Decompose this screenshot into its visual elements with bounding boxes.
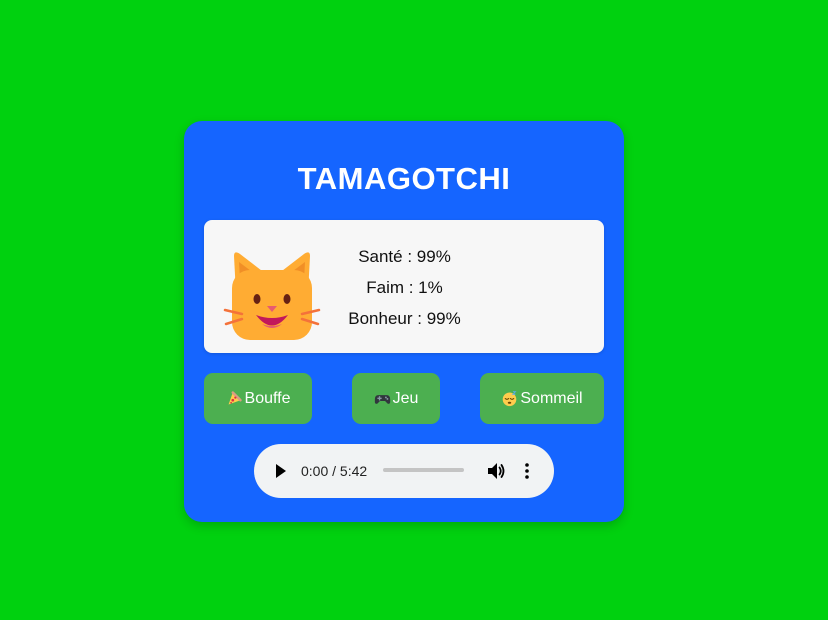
play-icon[interactable] bbox=[274, 462, 288, 480]
play-button[interactable]: Jeu bbox=[352, 373, 440, 424]
tamagotchi-card: TAMAGOTCHI Santé : 99% Faim: 1% Bonheur… bbox=[184, 121, 624, 522]
status-panel: Santé : 99% Faim : 1% Bonheur : 99% bbox=[204, 220, 604, 353]
feed-button-label: Bouffe bbox=[244, 389, 291, 407]
audio-time: 0:00 / 5:42 bbox=[301, 463, 368, 479]
sleep-button-label: Sommeil bbox=[520, 389, 583, 407]
play-button-label: Jeu bbox=[392, 389, 419, 407]
feed-button[interactable]: Bouffe bbox=[204, 373, 312, 424]
game-controller-icon bbox=[374, 395, 390, 404]
happiness-stat: Bonheur : 99% bbox=[348, 309, 461, 328]
page-title: TAMAGOTCHI bbox=[297, 161, 511, 196]
hunger-stat: Faim : 1% bbox=[366, 278, 443, 297]
cat-face-icon bbox=[223, 252, 321, 340]
audio-progress-bar[interactable] bbox=[383, 468, 464, 472]
audio-player[interactable]: 0:00 / 5:42 bbox=[254, 444, 554, 498]
health-stat: Santé : 99% bbox=[358, 247, 451, 266]
sleeping-face-icon bbox=[503, 391, 517, 407]
pizza-icon bbox=[228, 391, 242, 405]
more-options-icon[interactable] bbox=[522, 461, 532, 481]
volume-icon[interactable] bbox=[486, 461, 506, 481]
pet-stats: Santé : 99% Faim : 1% Bonheur : 99% bbox=[322, 241, 487, 334]
sleep-button[interactable]: Sommeil bbox=[480, 373, 604, 424]
